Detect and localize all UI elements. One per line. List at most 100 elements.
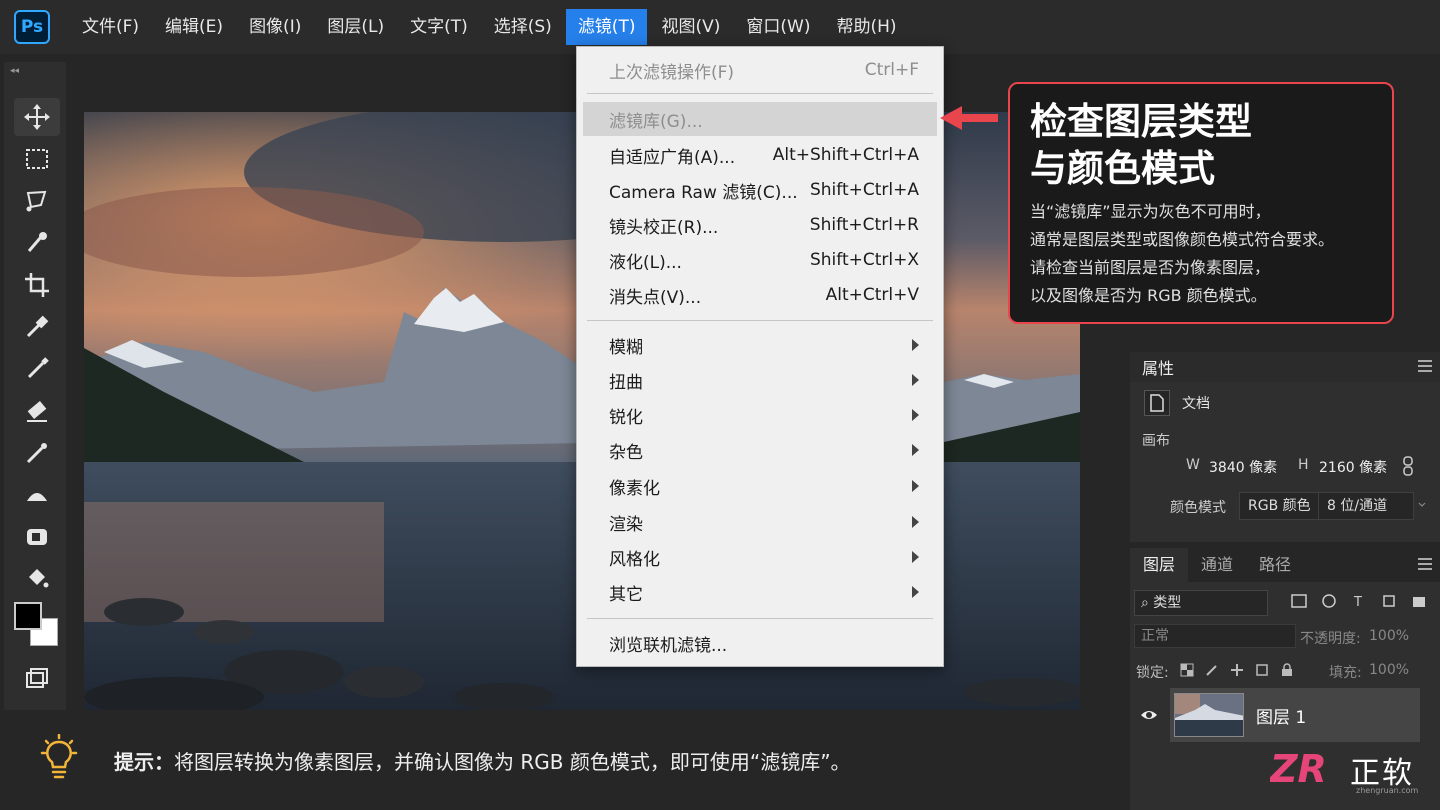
menu-item-shortcut: Shift+Ctrl+R bbox=[809, 215, 919, 235]
menu-item-other[interactable]: 其它 bbox=[583, 575, 937, 609]
blend-mode-select[interactable]: 正常 bbox=[1134, 624, 1296, 648]
document-indicator: 文档 bbox=[1144, 390, 1210, 416]
height-value[interactable]: 2160 像素 bbox=[1319, 457, 1387, 477]
layers-tabs: 图层 通道 路径 bbox=[1130, 548, 1440, 582]
lock-transparent-icon[interactable] bbox=[1180, 662, 1194, 681]
menu-window[interactable]: 窗口(W) bbox=[734, 9, 822, 45]
menu-item-label: 扭曲 bbox=[609, 372, 643, 393]
lock-all-icon[interactable] bbox=[1280, 662, 1294, 681]
marquee-tool-icon[interactable] bbox=[14, 140, 60, 178]
adjustment-filter-icon[interactable] bbox=[1320, 592, 1338, 610]
menu-item-last-filter[interactable]: 上次滤镜操作(F) Ctrl+F bbox=[583, 53, 937, 87]
tab-layers[interactable]: 图层 bbox=[1130, 548, 1189, 582]
menu-edit[interactable]: 编辑(E) bbox=[153, 9, 235, 45]
menu-separator bbox=[587, 320, 933, 321]
lock-artboard-icon[interactable] bbox=[1255, 662, 1269, 681]
layer-thumbnail bbox=[1174, 693, 1244, 737]
move-tool-icon[interactable] bbox=[14, 98, 60, 136]
watermark-url: zhengruan.com bbox=[1356, 786, 1419, 795]
menu-item-filter-gallery[interactable]: 滤镜库(G)... bbox=[583, 102, 937, 136]
menu-layer[interactable]: 图层(L) bbox=[315, 9, 396, 45]
brush-alt-tool-icon[interactable] bbox=[14, 434, 60, 472]
quick-select-tool-icon[interactable] bbox=[14, 224, 60, 262]
watermark-logo: ZR bbox=[1270, 748, 1327, 788]
menu-item-blur[interactable]: 模糊 bbox=[583, 328, 937, 362]
callout-title: 检查图层类型 与颜色模式 bbox=[1030, 100, 1252, 190]
menu-filter[interactable]: 滤镜(T) bbox=[565, 9, 648, 45]
width-value[interactable]: 3840 像素 bbox=[1209, 457, 1277, 477]
menu-item-label: 杂色 bbox=[609, 442, 643, 463]
menu-item-pixelate[interactable]: 像素化 bbox=[583, 469, 937, 503]
panel-collapse-icon[interactable]: ◂◂ bbox=[10, 66, 19, 76]
menu-item-label: 滤镜库(G)... bbox=[609, 111, 703, 132]
submenu-arrow-icon bbox=[912, 551, 919, 563]
panel-menu-icon[interactable] bbox=[1418, 360, 1432, 372]
brush-tool-icon[interactable] bbox=[14, 350, 60, 388]
layer-filter-icons: T bbox=[1290, 592, 1440, 610]
menu-item-browse-online-filters[interactable]: 浏览联机滤镜... bbox=[583, 626, 937, 660]
menu-type[interactable]: 文字(T) bbox=[398, 9, 480, 45]
layer-row[interactable]: 图层 1 bbox=[1130, 688, 1440, 742]
layer-name: 图层 1 bbox=[1256, 707, 1307, 728]
height-label: H bbox=[1298, 457, 1309, 473]
menu-image[interactable]: 图像(I) bbox=[237, 9, 313, 45]
foreground-color-swatch[interactable] bbox=[14, 602, 42, 630]
menu-items: 文件(F) 编辑(E) 图像(I) 图层(L) 文字(T) 选择(S) 滤镜(T… bbox=[70, 9, 911, 45]
menu-file[interactable]: 文件(F) bbox=[70, 9, 151, 45]
menu-help[interactable]: 帮助(H) bbox=[824, 9, 908, 45]
tab-paths[interactable]: 路径 bbox=[1246, 548, 1304, 582]
menu-item-render[interactable]: 渲染 bbox=[583, 505, 937, 539]
menu-item-label: 模糊 bbox=[609, 337, 643, 358]
layer-item[interactable]: 图层 1 bbox=[1170, 688, 1420, 742]
menu-item-lens-correction[interactable]: 镜头校正(R)... Shift+Ctrl+R bbox=[583, 208, 937, 242]
link-icon[interactable] bbox=[1402, 456, 1414, 476]
menu-separator bbox=[587, 93, 933, 94]
screen-mode-icon[interactable] bbox=[14, 660, 60, 698]
eyedropper-tool-icon[interactable] bbox=[14, 308, 60, 346]
menu-item-stylize[interactable]: 风格化 bbox=[583, 540, 937, 574]
smudge-tool-icon[interactable] bbox=[14, 476, 60, 514]
color-mode-select[interactable]: RGB 颜色 bbox=[1239, 492, 1319, 520]
menu-item-label: 自适应广角(A)... bbox=[609, 147, 736, 168]
svg-text:T: T bbox=[1353, 595, 1362, 609]
width-label: W bbox=[1186, 457, 1200, 473]
chevron-down-icon bbox=[1418, 502, 1426, 507]
tip-bar: 提示：将图层转换为像素图层，并确认图像为 RGB 颜色模式，即可使用“滤镜库”。 bbox=[0, 722, 1128, 810]
panel-menu-icon[interactable] bbox=[1418, 558, 1432, 570]
lock-pixels-icon[interactable] bbox=[1205, 662, 1219, 681]
bit-depth-select[interactable]: 8 位/通道 bbox=[1318, 492, 1414, 520]
layer-filter-select[interactable]: ⌕ 类型 bbox=[1134, 590, 1268, 616]
pixel-filter-icon[interactable] bbox=[1290, 592, 1308, 610]
tab-channels[interactable]: 通道 bbox=[1188, 548, 1246, 582]
menu-item-label: 镜头校正(R)... bbox=[609, 217, 719, 238]
filter-kind-label: 类型 bbox=[1153, 595, 1182, 611]
menu-view[interactable]: 视图(V) bbox=[649, 9, 732, 45]
opacity-value[interactable]: 100% bbox=[1369, 628, 1409, 644]
lasso-tool-icon[interactable] bbox=[14, 182, 60, 220]
callout-pointer-arrow-icon bbox=[940, 106, 998, 130]
crop-tool-icon[interactable] bbox=[14, 266, 60, 304]
menu-item-sharpen[interactable]: 锐化 bbox=[583, 398, 937, 432]
paint-bucket-tool-icon[interactable] bbox=[14, 560, 60, 598]
smart-object-filter-icon[interactable] bbox=[1410, 592, 1428, 610]
photoshop-logo: Ps bbox=[14, 10, 50, 44]
eraser-tool-icon[interactable] bbox=[14, 392, 60, 430]
shape-filter-icon[interactable] bbox=[1380, 592, 1398, 610]
lock-position-icon[interactable] bbox=[1230, 662, 1244, 681]
menu-item-noise[interactable]: 杂色 bbox=[583, 433, 937, 467]
opacity-label: 不透明度: bbox=[1300, 631, 1361, 647]
lock-icons bbox=[1180, 662, 1294, 681]
menu-separator bbox=[587, 618, 933, 619]
stamp-tool-icon[interactable] bbox=[14, 518, 60, 556]
menu-item-vanishing-point[interactable]: 消失点(V)... Alt+Ctrl+V bbox=[583, 278, 937, 312]
menu-item-adaptive-wide-angle[interactable]: 自适应广角(A)... Alt+Shift+Ctrl+A bbox=[583, 138, 937, 172]
eye-visibility-icon[interactable] bbox=[1140, 706, 1158, 724]
menu-item-shortcut: Alt+Ctrl+V bbox=[825, 285, 919, 305]
menu-item-camera-raw[interactable]: Camera Raw 滤镜(C)... Shift+Ctrl+A bbox=[583, 173, 937, 207]
color-mode-label: 颜色模式 bbox=[1170, 500, 1226, 516]
menu-item-distort[interactable]: 扭曲 bbox=[583, 363, 937, 397]
menu-item-liquify[interactable]: 液化(L)... Shift+Ctrl+X bbox=[583, 243, 937, 277]
fill-value[interactable]: 100% bbox=[1369, 662, 1409, 678]
type-filter-icon[interactable]: T bbox=[1350, 592, 1368, 610]
menu-select[interactable]: 选择(S) bbox=[482, 9, 564, 45]
